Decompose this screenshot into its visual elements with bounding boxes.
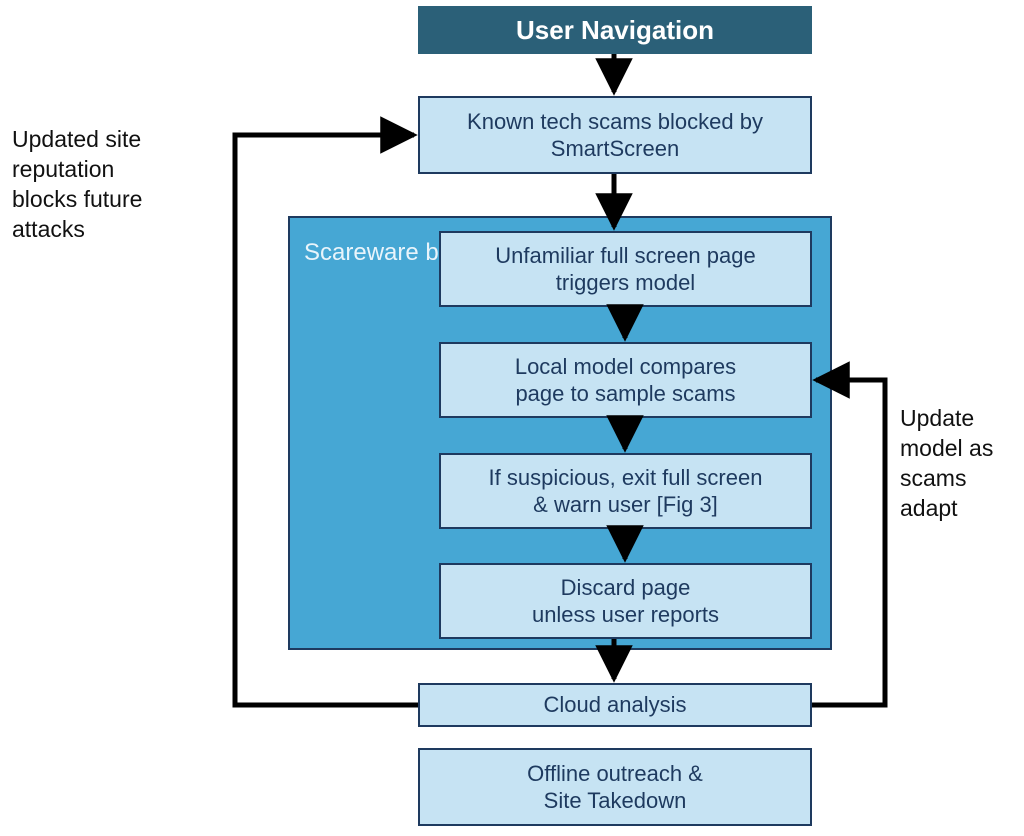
- node-label: User Navigation: [516, 14, 714, 47]
- node-offline-outreach: Offline outreach & Site Takedown: [418, 748, 812, 826]
- annotation-line: reputation: [12, 156, 114, 182]
- annotation-line: attacks: [12, 216, 85, 242]
- node-discard-page: Discard page unless user reports: [439, 563, 812, 639]
- node-label: Cloud analysis: [543, 691, 686, 719]
- annotation-left-feedback: Updated site reputation blocks future at…: [12, 125, 182, 245]
- annotation-line: Update: [900, 405, 974, 431]
- group-label-line: Scareware: [304, 239, 419, 266]
- annotation-line: adapt: [900, 495, 958, 521]
- node-label-line: triggers model: [495, 269, 755, 297]
- node-cloud-analysis: Cloud analysis: [418, 683, 812, 727]
- annotation-line: model as: [900, 435, 993, 461]
- node-warn-user: If suspicious, exit full screen & warn u…: [439, 453, 812, 529]
- node-smartscreen: Known tech scams blocked by SmartScreen: [418, 96, 812, 174]
- node-trigger-model: Unfamiliar full screen page triggers mod…: [439, 231, 812, 307]
- node-label-line: SmartScreen: [467, 135, 763, 163]
- node-compare-scams: Local model compares page to sample scam…: [439, 342, 812, 418]
- flow-diagram: User Navigation Known tech scams blocked…: [0, 0, 1024, 836]
- node-label-line: Discard page: [532, 574, 719, 602]
- annotation-line: blocks future: [12, 186, 142, 212]
- node-user-navigation: User Navigation: [418, 6, 812, 54]
- node-label-line: If suspicious, exit full screen: [489, 464, 763, 492]
- node-label-line: Site Takedown: [527, 787, 703, 815]
- node-label-line: Known tech scams blocked by: [467, 108, 763, 136]
- annotation-line: Updated site: [12, 126, 141, 152]
- annotation-right-feedback: Update model as scams adapt: [900, 404, 1020, 524]
- node-label-line: Unfamiliar full screen page: [495, 242, 755, 270]
- node-label-line: page to sample scams: [515, 380, 736, 408]
- annotation-line: scams: [900, 465, 966, 491]
- node-label-line: unless user reports: [532, 601, 719, 629]
- node-label-line: Local model compares: [515, 353, 736, 381]
- node-label-line: & warn user [Fig 3]: [489, 491, 763, 519]
- node-label-line: Offline outreach &: [527, 760, 703, 788]
